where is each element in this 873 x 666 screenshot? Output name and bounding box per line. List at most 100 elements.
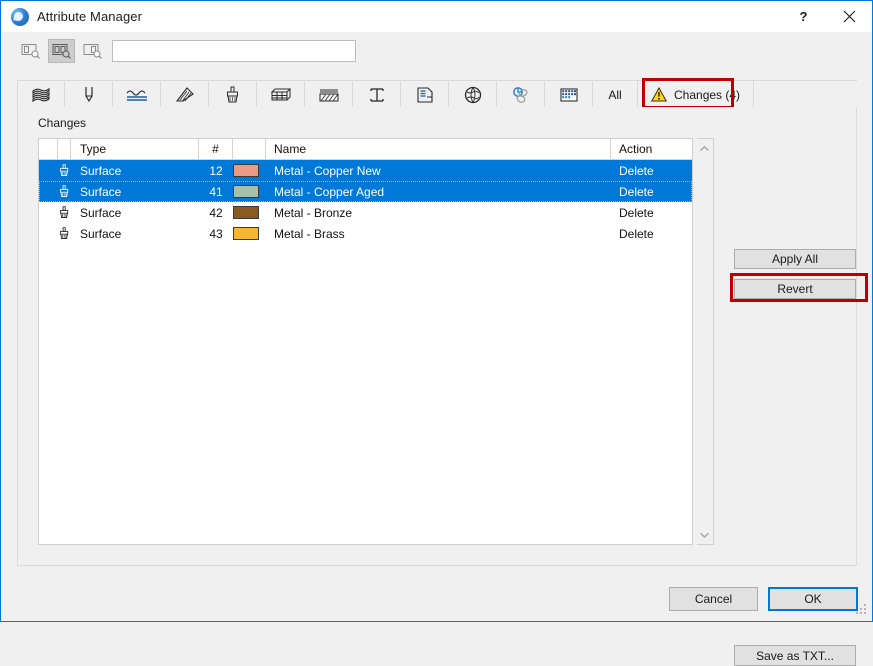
column-header-type[interactable]: Type [71,139,199,159]
table-row[interactable]: Surface 41 Metal - Copper Aged Delete [39,181,692,202]
tab-composites[interactable] [257,81,305,108]
row-name: Metal - Bronze [274,205,353,220]
chevron-up-icon [699,145,710,151]
ok-button[interactable]: OK [768,587,858,611]
hatch-layers-icon [319,88,338,101]
tab-all[interactable]: All [593,81,637,108]
list-header-row: Type # Name Action [39,139,692,160]
color-swatch [233,185,259,198]
column-header-select[interactable] [39,139,58,159]
fill-types-icon [175,86,194,102]
row-type: Surface [80,226,122,241]
color-swatch [233,227,259,240]
row-action: Delete [619,163,654,178]
paint-brush-icon [60,185,69,197]
row-swatch-cell [233,223,266,244]
row-number: 41 [209,184,223,199]
row-number: 43 [209,226,223,241]
resize-grip[interactable] [855,604,868,617]
chevron-down-icon [699,532,710,538]
row-select-cell[interactable] [39,160,58,181]
window-controls: ? [781,1,872,32]
view-right-pane-button[interactable] [79,39,106,63]
row-swatch-cell [233,181,266,202]
tab-beam-profiles[interactable] [353,81,401,108]
paint-brush-icon [226,86,238,102]
tab-all-label: All [608,87,622,102]
tab-mep-systems[interactable] [497,81,545,108]
view-single-pane-button[interactable] [17,39,44,63]
row-type: Surface [80,163,122,178]
close-button[interactable] [826,1,872,32]
table-row[interactable]: Surface 42 Metal - Bronze Delete [39,202,692,223]
tab-pen-sets[interactable] [65,81,113,108]
row-type-icon-cell [58,160,71,181]
layers-icon [32,87,50,102]
row-swatch-cell [233,202,266,223]
row-swatch-cell [233,160,266,181]
search-input[interactable] [112,40,356,62]
attribute-category-tabs: All Changes (4) [17,80,857,109]
row-action: Delete [619,184,654,199]
table-row[interactable]: Surface 43 Metal - Brass Delete [39,223,692,244]
tab-operation-profiles[interactable] [545,81,593,108]
warning-triangle-icon [651,87,667,102]
scroll-down-button[interactable] [697,526,712,543]
row-type-icon-cell [58,181,71,202]
row-type: Surface [80,184,122,199]
row-select-cell[interactable] [39,223,58,244]
row-type: Surface [80,205,122,220]
window-title: Attribute Manager [37,9,143,24]
grid-icon [560,88,577,101]
zone-category-icon [416,86,433,103]
paint-brush-icon [60,206,69,218]
tab-zone-categories[interactable] [401,81,449,108]
question-mark-icon: ? [799,9,808,24]
right-pane-search-icon [83,44,102,59]
row-select-cell[interactable] [39,181,58,202]
apply-all-button[interactable]: Apply All [734,249,856,269]
column-header-action[interactable]: Action [611,139,686,159]
tab-building-materials[interactable] [17,81,65,108]
row-name: Metal - Copper New [274,163,381,178]
view-dual-pane-button[interactable] [48,39,75,63]
help-button[interactable]: ? [781,1,826,32]
column-header-number[interactable]: # [199,139,233,159]
tab-profiles[interactable] [305,81,353,108]
tab-cities[interactable] [449,81,497,108]
tab-changes-label: Changes (4) [674,87,741,102]
column-header-swatch[interactable] [233,139,266,159]
row-name: Metal - Brass [274,226,345,241]
pen-icon [84,86,93,102]
globe-icon [464,86,481,103]
table-row[interactable]: Surface 12 Metal - Copper New Delete [39,160,692,181]
attribute-manager-dialog: Attribute Manager ? All Changes (4) Chan… [0,0,873,666]
color-swatch [233,206,259,219]
revert-button[interactable]: Revert [734,279,856,299]
changes-panel: Changes Type # Name Action Surface 12 Me… [17,107,857,666]
paint-brush-icon [60,164,69,176]
row-action: Delete [619,226,654,241]
row-type-icon-cell [58,223,71,244]
row-type-icon-cell [58,202,71,223]
i-beam-icon [369,87,384,102]
mep-systems-icon [512,86,527,103]
column-header-icon[interactable] [58,139,71,159]
cancel-button[interactable]: Cancel [669,587,758,611]
save-as-txt-button[interactable]: Save as TXT... [734,645,856,666]
list-scrollbar[interactable] [697,138,714,545]
changes-list: Type # Name Action Surface 12 Metal - Co… [38,138,693,545]
row-select-cell[interactable] [39,202,58,223]
row-number: 12 [209,163,223,178]
scroll-up-button[interactable] [697,140,712,157]
column-header-name[interactable]: Name [266,139,611,159]
search-toolbar [1,32,872,75]
row-name: Metal - Copper Aged [274,184,385,199]
tab-line-types[interactable] [113,81,161,108]
section-title: Changes [38,116,87,130]
tab-fill-types[interactable] [161,81,209,108]
tab-surfaces[interactable] [209,81,257,108]
row-number: 42 [209,205,223,220]
line-types-icon [126,89,147,101]
tab-changes[interactable]: Changes (4) [637,81,755,108]
